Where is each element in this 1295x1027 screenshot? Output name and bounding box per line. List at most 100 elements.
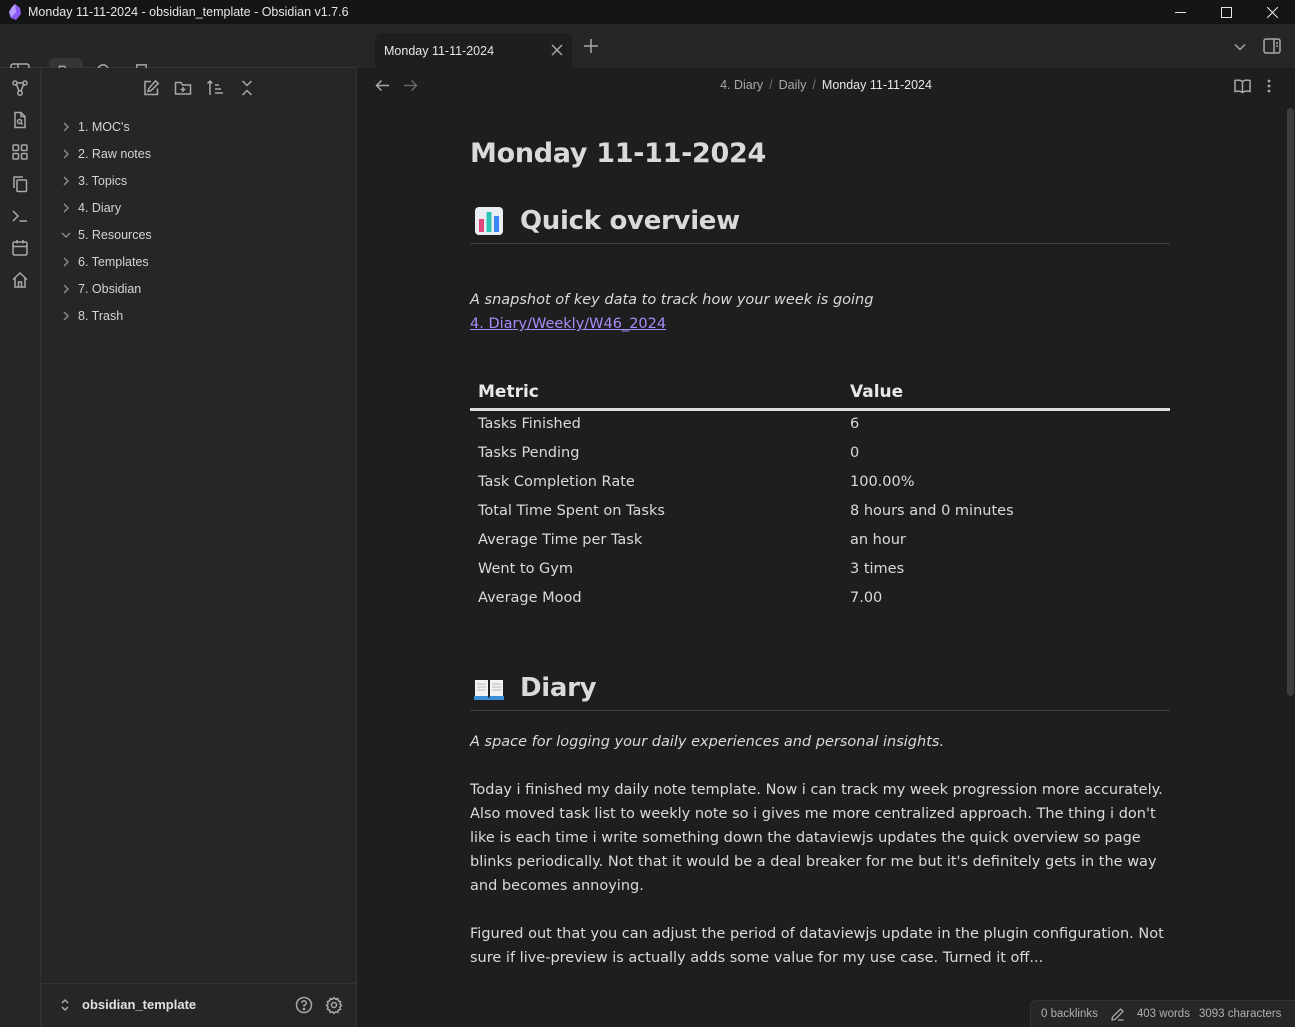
table-row: Average Time per Task an hour — [470, 525, 1170, 554]
gear-icon[interactable] — [325, 996, 343, 1014]
blocks-icon[interactable] — [11, 143, 29, 161]
close-icon — [1266, 6, 1278, 18]
metric-cell: Tasks Finished — [478, 416, 581, 433]
breadcrumb-current[interactable]: Monday 11-11-2024 — [822, 78, 932, 92]
bar-chart-emoji — [475, 206, 503, 235]
window-controls — [1157, 0, 1295, 24]
quick-overview-heading: Quick overview — [470, 198, 1170, 244]
file-search-icon[interactable] — [11, 111, 29, 129]
breadcrumb-diary[interactable]: 4. Diary — [720, 78, 763, 92]
metrics-table: Metric Value Tasks Finished 6 Tasks Pend… — [470, 377, 1170, 612]
table-header-row: Metric Value — [470, 377, 1170, 411]
breadcrumb-separator: / — [769, 78, 773, 92]
table-row: Average Mood 7.00 — [470, 583, 1170, 612]
diary-subtitle: A space for logging your daily experienc… — [470, 734, 945, 750]
folder-label: 7. Obsidian — [78, 281, 142, 296]
chevron-right-icon — [61, 256, 71, 267]
status-character-count: 3093 characters — [1198, 1008, 1282, 1020]
window-title: Monday 11-11-2024 - obsidian_template - … — [28, 5, 349, 19]
value-cell: 100.00% — [850, 473, 915, 490]
weekly-note-link[interactable]: 4. Diary/Weekly/W46_2024 — [470, 316, 666, 332]
tab-bar: Monday 11-11-2024 — [357, 24, 1295, 68]
metric-cell: Went to Gym — [478, 560, 574, 577]
right-sidebar-toggle-icon[interactable] — [1263, 38, 1281, 54]
folder-moc[interactable]: 1. MOC's — [41, 113, 357, 140]
obsidian-logo — [9, 4, 21, 20]
new-folder-icon[interactable] — [174, 79, 192, 97]
metric-cell: Total Time Spent on Tasks — [478, 502, 665, 519]
folder-label: 2. Raw notes — [78, 146, 151, 161]
title-bar: Monday 11-11-2024 - obsidian_template - … — [0, 0, 1295, 24]
tab-monday-11-11-2024[interactable]: Monday 11-11-2024 — [375, 33, 572, 68]
table-row: Went to Gym 3 times — [470, 554, 1170, 583]
home-icon[interactable] — [11, 271, 29, 289]
value-cell: 7.00 — [850, 589, 883, 606]
minimize-button[interactable] — [1157, 0, 1203, 24]
chevron-right-icon — [61, 121, 71, 132]
calendar-icon[interactable] — [11, 239, 29, 257]
close-window-button[interactable] — [1249, 0, 1295, 24]
editor-pane: 4. Diary / Daily / Monday 11-11-2024 Monday … — [357, 68, 1295, 1027]
maximize-icon — [1220, 6, 1232, 18]
ribbon — [0, 68, 41, 1027]
book-open-icon[interactable] — [1234, 78, 1251, 94]
collapse-icon[interactable] — [238, 79, 256, 97]
chevron-right-icon — [61, 175, 71, 186]
close-tab-icon[interactable] — [550, 43, 564, 57]
chevron-right-icon — [61, 202, 71, 213]
more-vertical-icon[interactable] — [1263, 78, 1275, 94]
folder-raw-notes[interactable]: 2. Raw notes — [41, 140, 357, 167]
folder-obsidian[interactable]: 7. Obsidian — [41, 275, 357, 302]
quick-overview-title: Quick overview — [520, 205, 740, 236]
metric-cell: Tasks Pending — [478, 444, 580, 461]
column-header-metric: Metric — [470, 377, 842, 411]
vault-name[interactable]: obsidian_template — [82, 997, 196, 1012]
metric-cell: Average Mood — [478, 589, 582, 606]
open-book-emoji — [474, 679, 504, 700]
status-backlinks[interactable]: 0 backlinks — [1041, 1008, 1098, 1020]
status-bar: 0 backlinks 403 words 3093 characters — [1030, 1000, 1295, 1027]
metric-cell: Task Completion Rate — [478, 473, 635, 490]
folder-topics[interactable]: 3. Topics — [41, 167, 357, 194]
chevron-down-icon[interactable] — [1233, 40, 1247, 54]
diary-heading: Diary — [470, 665, 1170, 711]
folder-label: 5. Resources — [78, 227, 152, 242]
table-row: Task Completion Rate 100.00% — [470, 467, 1170, 496]
copy-icon[interactable] — [11, 175, 29, 193]
folder-templates[interactable]: 6. Templates — [41, 248, 357, 275]
value-cell: 6 — [850, 416, 860, 433]
maximize-button[interactable] — [1203, 0, 1249, 24]
table-row: Tasks Pending 0 — [470, 438, 1170, 467]
explorer-actions — [41, 79, 357, 99]
new-tab-icon[interactable] — [583, 38, 599, 54]
pencil-icon[interactable] — [1111, 1007, 1124, 1021]
help-icon[interactable] — [295, 996, 313, 1014]
graph-icon[interactable] — [11, 79, 29, 97]
table-row: Total Time Spent on Tasks 8 hours and 0 … — [470, 496, 1170, 525]
breadcrumb-daily[interactable]: Daily — [779, 78, 807, 92]
table-row: Tasks Finished 6 — [470, 409, 1170, 438]
value-cell: 0 — [850, 444, 860, 461]
value-cell: an hour — [850, 531, 906, 548]
chevron-right-icon — [61, 148, 71, 159]
page-title: Monday 11-11-2024 — [470, 138, 766, 169]
value-cell: 8 hours and 0 minutes — [850, 502, 1014, 519]
chevron-right-icon — [61, 310, 71, 321]
sort-icon[interactable] — [206, 79, 224, 97]
folder-trash[interactable]: 8. Trash — [41, 302, 357, 329]
column-header-value: Value — [842, 377, 1170, 411]
file-tree: 1. MOC's 2. Raw notes 3. Topics 4. Diary… — [41, 113, 357, 329]
quick-overview-subtitle: A snapshot of key data to track how your… — [470, 292, 874, 308]
terminal-icon[interactable] — [11, 207, 29, 225]
folder-resources[interactable]: 5. Resources — [41, 221, 357, 248]
new-note-icon[interactable] — [142, 79, 160, 97]
minimize-icon — [1174, 11, 1186, 13]
scrollbar[interactable] — [1287, 108, 1294, 696]
weekly-link-line: 4. Diary/Weekly/W46_2024 — [470, 312, 1170, 336]
tab-label: Monday 11-11-2024 — [384, 43, 495, 58]
vault-switch-icon[interactable] — [60, 998, 70, 1012]
view-header: 4. Diary / Daily / Monday 11-11-2024 — [357, 68, 1295, 104]
folder-diary[interactable]: 4. Diary — [41, 194, 357, 221]
diary-paragraph: Today i finished my daily note template.… — [470, 782, 1163, 894]
vault-bar: obsidian_template — [41, 983, 357, 1027]
